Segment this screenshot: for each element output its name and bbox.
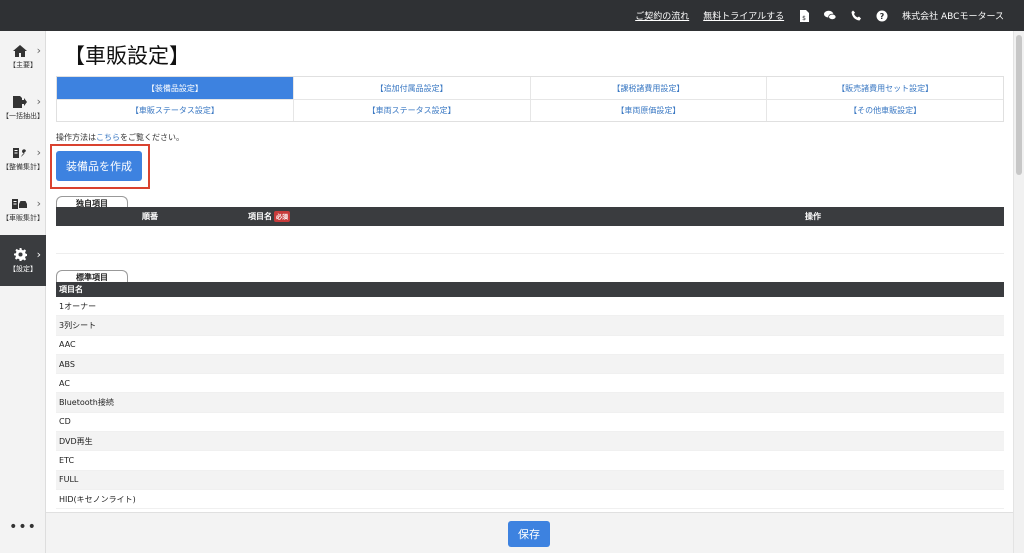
- create-equipment-button[interactable]: 装備品を作成: [56, 151, 142, 181]
- sidebar: › 【主要】 › 【一括抽出】 › 【整備集計】 › 【車販集計】 › 【設定】…: [0, 31, 46, 553]
- top-bar: ご契約の流れ 無料トライアルする $ ? 株式会社 ABCモータース: [0, 0, 1024, 31]
- note-prefix: 操作方法は: [56, 133, 96, 142]
- free-trial-link[interactable]: 無料トライアルする: [703, 9, 784, 22]
- phone-icon[interactable]: [850, 10, 862, 22]
- table-row: ABS: [56, 354, 1004, 375]
- page-title: 【車販設定】: [64, 44, 190, 68]
- column-header-action: 操作: [805, 212, 821, 221]
- table-row: AC: [56, 374, 1004, 394]
- table-row: CD: [56, 413, 1004, 433]
- table-row: ETC: [56, 451, 1004, 471]
- standard-items-list: 1オーナー 3列シート AAC ABS AC Bluetooth接続 CD DV…: [56, 297, 1004, 510]
- table-row: FULL: [56, 470, 1004, 490]
- column-header-name: 項目名 必須: [248, 207, 291, 226]
- tab-sales-status-settings[interactable]: 【車販ステータス設定】: [57, 100, 293, 121]
- more-icon[interactable]: •••: [0, 519, 46, 535]
- instruction-note: 操作方法はこちらをご覧ください。: [56, 132, 184, 143]
- main-content: 【車販設定】 【装備品設定】 【追加付属品設定】 【課税諸費用設定】 【販売諸費…: [46, 31, 1013, 553]
- sidebar-item-label: 【車販集計】: [2, 213, 44, 222]
- sidebar-item-label: 【設定】: [9, 264, 37, 273]
- svg-text:$: $: [802, 15, 806, 22]
- table-row: HID(キセノンライト): [56, 490, 1004, 510]
- instructions-link[interactable]: こちら: [96, 133, 120, 142]
- sidebar-item-sales-summary[interactable]: › 【車販集計】: [0, 184, 46, 235]
- svg-text:?: ?: [880, 12, 885, 21]
- column-header-order: 順番: [142, 212, 158, 221]
- tab-sales-fee-set-settings[interactable]: 【販売諸費用セット設定】: [766, 77, 1003, 99]
- note-suffix: をご覧ください。: [120, 133, 184, 142]
- table-row: 3列シート: [56, 316, 1004, 336]
- sidebar-item-label: 【主要】: [9, 60, 37, 69]
- table-row: DVD再生: [56, 432, 1004, 452]
- table-row: Bluetooth接続: [56, 393, 1004, 413]
- car-icon: [12, 197, 28, 211]
- tab-taxable-fee-settings[interactable]: 【課税諸費用設定】: [529, 77, 767, 99]
- footer-bar: 保存: [46, 512, 1013, 553]
- sidebar-item-settings[interactable]: › 【設定】: [0, 235, 46, 286]
- tab-other-sales-settings[interactable]: 【その他車販設定】: [766, 100, 1003, 121]
- save-button[interactable]: 保存: [508, 521, 550, 547]
- tab-equipment-settings[interactable]: 【装備品設定】: [57, 77, 293, 99]
- table-row: AAC: [56, 336, 1004, 355]
- gear-icon: [13, 248, 27, 262]
- scrollbar-thumb[interactable]: [1016, 35, 1022, 175]
- chevron-right-icon: ›: [36, 146, 41, 159]
- sidebar-item-main[interactable]: › 【主要】: [0, 31, 46, 82]
- tab-vehicle-cost-settings[interactable]: 【車両原価設定】: [529, 100, 767, 121]
- chevron-right-icon: ›: [36, 197, 41, 210]
- column-header-name: 項目名: [59, 285, 83, 294]
- sidebar-item-label: 【整備集計】: [2, 162, 44, 171]
- contract-flow-link[interactable]: ご契約の流れ: [635, 9, 689, 22]
- settings-tabs: 【装備品設定】 【追加付属品設定】 【課税諸費用設定】 【販売諸費用セット設定】…: [56, 76, 1004, 122]
- tab-vehicle-status-settings[interactable]: 【車両ステータス設定】: [292, 100, 530, 121]
- custom-table-header: 順番 項目名 必須 操作: [56, 207, 1004, 226]
- divider: [56, 253, 1004, 254]
- sidebar-item-label: 【一括抽出】: [2, 111, 44, 120]
- document-icon[interactable]: $: [798, 9, 810, 22]
- required-badge: 必須: [274, 211, 291, 222]
- tab-accessory-settings[interactable]: 【追加付属品設定】: [292, 77, 530, 99]
- chat-icon[interactable]: [824, 10, 837, 22]
- vertical-scrollbar[interactable]: [1013, 31, 1024, 553]
- home-icon: [13, 44, 27, 58]
- standard-table-header: 項目名: [56, 282, 1004, 297]
- sidebar-item-maintenance-summary[interactable]: › 【整備集計】: [0, 133, 46, 184]
- help-icon[interactable]: ?: [876, 10, 888, 22]
- chevron-right-icon: ›: [36, 95, 41, 108]
- wrench-icon: [13, 146, 27, 160]
- chevron-right-icon: ›: [36, 248, 41, 261]
- chevron-right-icon: ›: [36, 44, 41, 57]
- file-export-icon: [13, 95, 27, 109]
- column-header-name-label: 項目名: [248, 212, 272, 221]
- table-row: 1オーナー: [56, 297, 1004, 317]
- sidebar-item-bulk-extract[interactable]: › 【一括抽出】: [0, 82, 46, 133]
- company-name[interactable]: 株式会社 ABCモータース: [902, 9, 1004, 22]
